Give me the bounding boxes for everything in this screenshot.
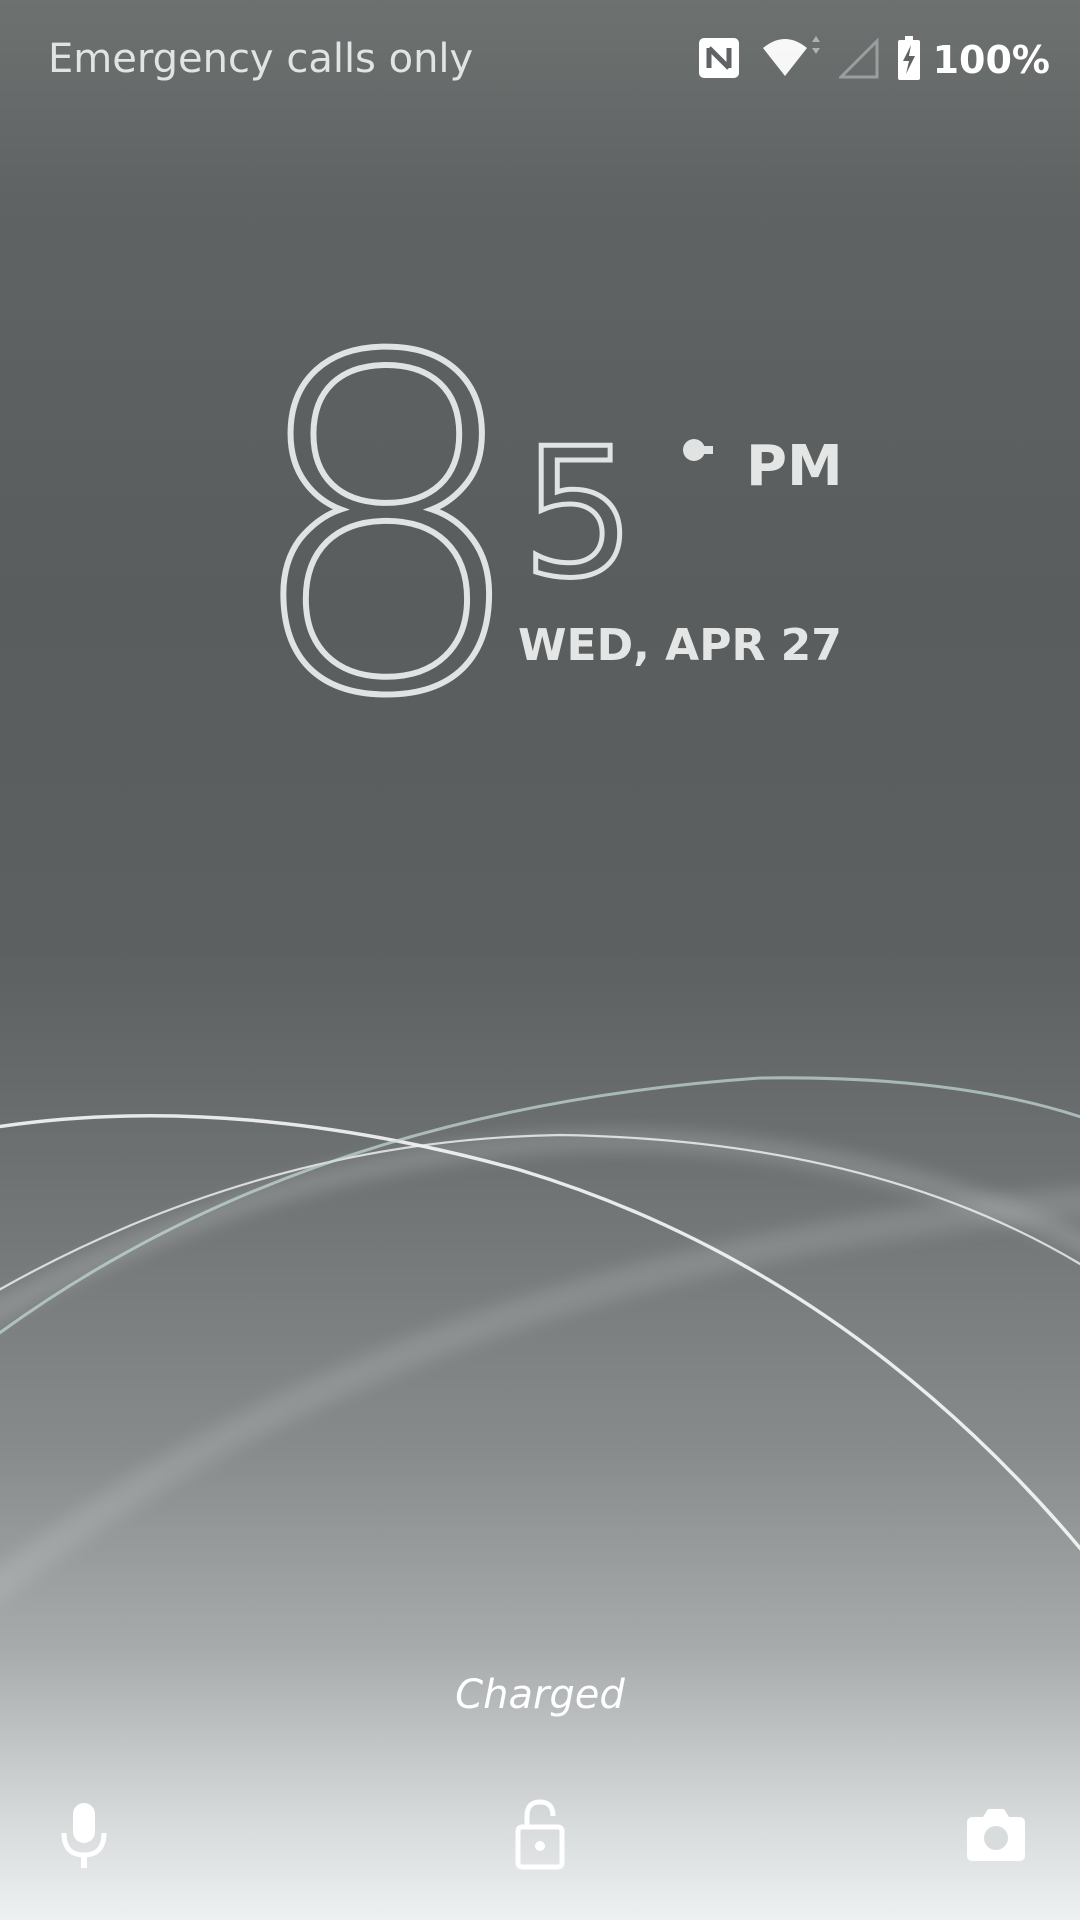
unlock-button[interactable]: [500, 1790, 580, 1880]
lockscreen-shortcuts: [0, 1790, 1080, 1890]
clock-date: WED, APR 27: [518, 620, 842, 671]
clock-hour: 8: [237, 262, 536, 797]
voice-assist-button[interactable]: [44, 1790, 124, 1880]
lockscreen-clock: 8 5 PM WED, APR 27: [0, 0, 1080, 800]
seconds-dot-icon: [683, 439, 713, 461]
clock-ampm: PM: [746, 434, 843, 499]
charge-status: Charged: [455, 1672, 625, 1718]
camera-icon: [967, 1809, 1025, 1861]
unlock-icon: [515, 1799, 565, 1870]
camera-shortcut-button[interactable]: [956, 1790, 1036, 1880]
clock-minute: 5: [519, 410, 637, 617]
microphone-icon: [61, 1803, 107, 1868]
